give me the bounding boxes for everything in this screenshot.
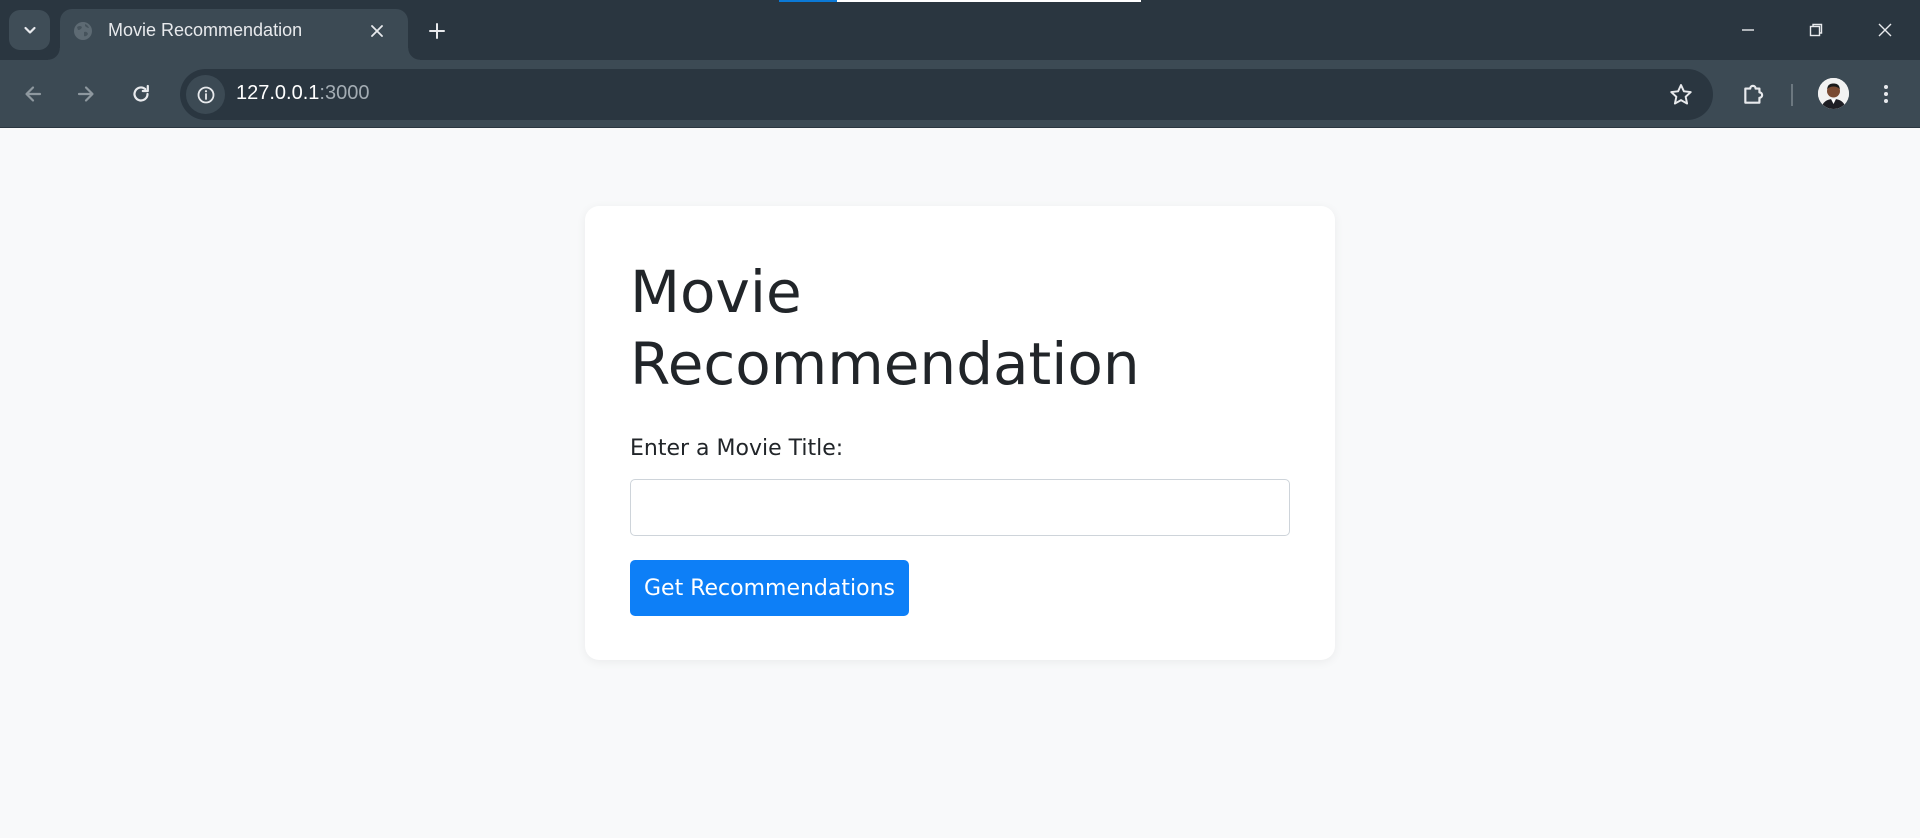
close-icon <box>1878 23 1892 37</box>
star-icon <box>1670 84 1692 105</box>
puzzle-icon <box>1744 84 1764 104</box>
page-title: Movie Recommendation <box>630 258 1140 398</box>
minimize-icon <box>1742 29 1754 31</box>
recommendation-card: Movie Recommendation Enter a Movie Title… <box>585 206 1335 660</box>
avatar[interactable] <box>1818 78 1849 109</box>
close-tab-button[interactable] <box>364 18 390 44</box>
movie-title-label: Enter a Movie Title: <box>630 436 844 461</box>
movie-title-input[interactable] <box>630 479 1290 536</box>
kebab-menu-icon <box>1884 85 1888 103</box>
browser-tab-active[interactable]: Movie Recommendation <box>48 9 420 60</box>
chevron-down-icon <box>23 26 36 34</box>
address-bar[interactable]: 127.0.0.1:3000 <box>180 69 1713 120</box>
profile-avatar-image <box>1818 78 1849 109</box>
plus-icon <box>429 23 445 39</box>
page-load-progress-fill <box>779 0 837 2</box>
site-info-button[interactable] <box>186 75 225 114</box>
arrow-right-icon <box>77 86 94 102</box>
page-load-progress <box>779 0 1141 2</box>
new-tab-button[interactable] <box>420 14 454 48</box>
tab-search-button[interactable] <box>9 10 50 50</box>
close-icon <box>371 25 383 37</box>
extensions-button[interactable] <box>1734 74 1774 114</box>
forward-button[interactable] <box>66 74 106 114</box>
url-port: :3000 <box>319 82 370 104</box>
back-button[interactable] <box>13 74 53 114</box>
minimize-button[interactable] <box>1726 8 1770 52</box>
arrow-left-icon <box>25 86 42 102</box>
browser-tabstrip: Movie Recommendation <box>0 0 1920 60</box>
tab-title: Movie Recommendation <box>108 20 303 40</box>
get-recommendations-button[interactable]: Get Recommendations <box>630 560 909 616</box>
info-icon <box>197 86 214 103</box>
browser-toolbar: 127.0.0.1:3000 <box>0 60 1920 128</box>
globe-icon <box>74 22 92 40</box>
close-window-button[interactable] <box>1863 8 1907 52</box>
url-text[interactable]: 127.0.0.1:3000 <box>236 82 369 105</box>
browser-menu-button[interactable] <box>1866 74 1906 114</box>
url-host: 127.0.0.1 <box>236 82 320 104</box>
reload-button[interactable] <box>121 74 161 114</box>
bookmark-button[interactable] <box>1667 81 1695 109</box>
toolbar-divider <box>1791 84 1793 106</box>
restore-button[interactable] <box>1794 8 1838 52</box>
page-viewport: Movie Recommendation Enter a Movie Title… <box>0 128 1920 838</box>
reload-icon <box>133 84 149 102</box>
restore-icon <box>1809 23 1823 37</box>
